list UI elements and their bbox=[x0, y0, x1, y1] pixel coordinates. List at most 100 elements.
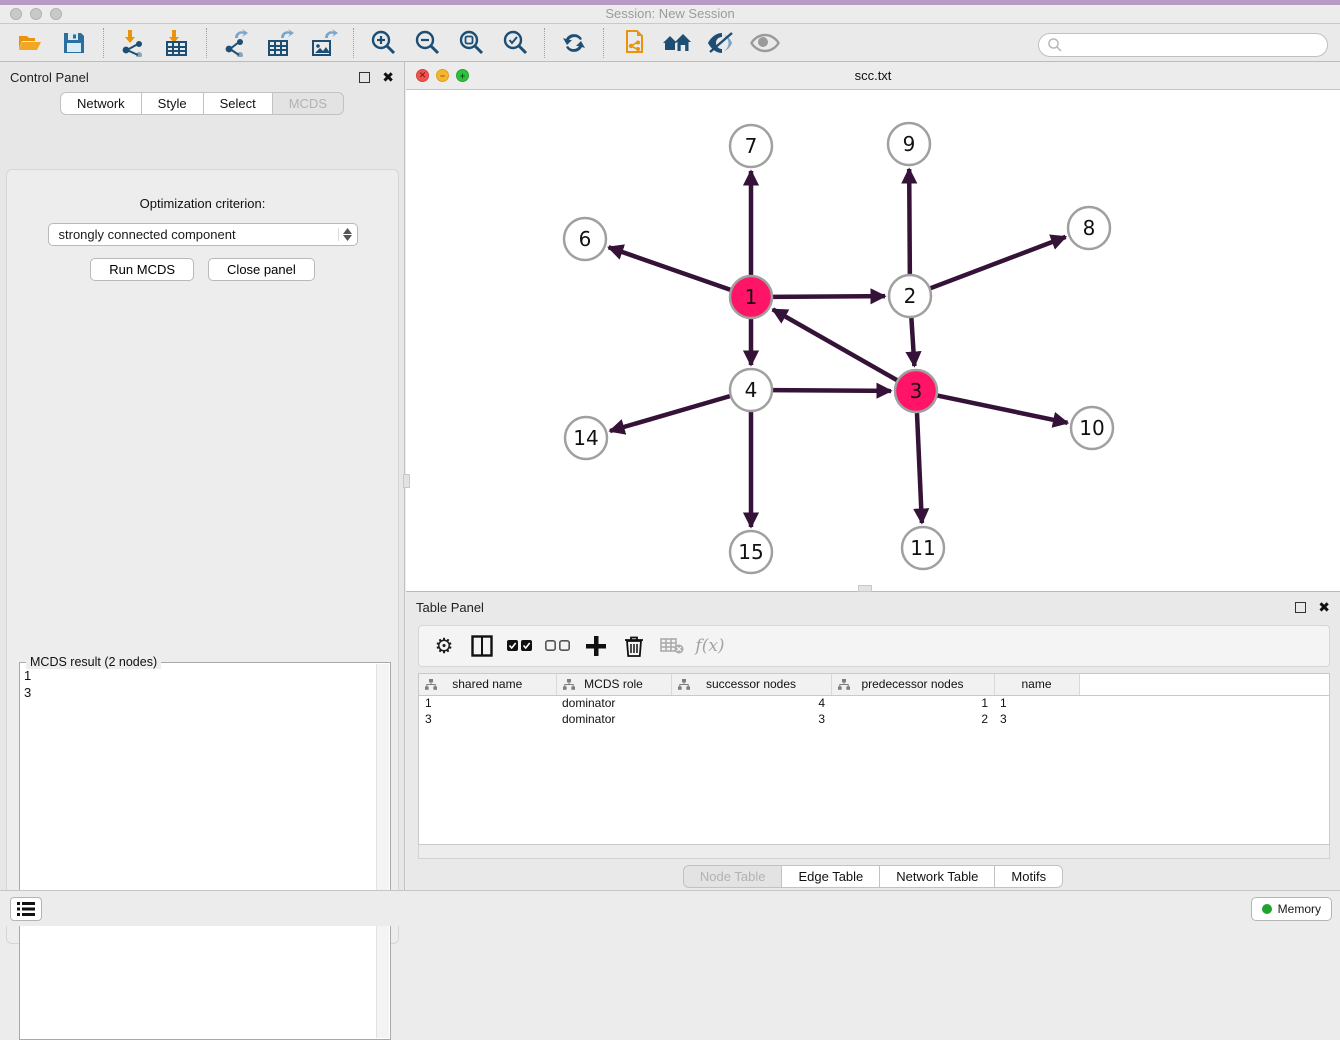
graph-node-2[interactable]: 2 bbox=[889, 275, 931, 317]
export-network-icon[interactable] bbox=[221, 28, 251, 58]
zoom-fit-icon[interactable] bbox=[456, 28, 486, 58]
delete-column-icon[interactable] bbox=[619, 632, 649, 660]
import-network-icon[interactable] bbox=[118, 28, 148, 58]
tab-network[interactable]: Network bbox=[60, 92, 141, 115]
tab-select[interactable]: Select bbox=[203, 92, 272, 115]
column-header-MCDS-role[interactable]: MCDS role bbox=[556, 674, 671, 695]
float-panel-icon[interactable] bbox=[359, 72, 370, 83]
close-table-panel-icon[interactable]: ✖ bbox=[1318, 600, 1330, 614]
criterion-dropdown[interactable]: strongly connected component bbox=[48, 223, 358, 246]
float-table-panel-icon[interactable] bbox=[1295, 602, 1306, 613]
tab-motifs[interactable]: Motifs bbox=[994, 865, 1063, 888]
network-view-titlebar[interactable]: scc.txt ✕ − + bbox=[406, 62, 1340, 90]
tab-edge-table[interactable]: Edge Table bbox=[781, 865, 879, 888]
search-input[interactable] bbox=[1038, 33, 1328, 57]
column-header-name[interactable]: name bbox=[994, 674, 1079, 695]
zoom-out-icon[interactable] bbox=[412, 28, 442, 58]
graph-edge-3-11[interactable] bbox=[917, 413, 922, 523]
graph-edge-3-10[interactable] bbox=[938, 396, 1068, 423]
close-panel-button[interactable]: Close panel bbox=[208, 258, 315, 281]
graph-node-10[interactable]: 10 bbox=[1071, 407, 1113, 449]
graph-node-15[interactable]: 15 bbox=[730, 531, 772, 573]
column-header-predecessor-nodes[interactable]: predecessor nodes bbox=[831, 674, 994, 695]
result-scrollbar[interactable] bbox=[376, 664, 389, 1038]
run-mcds-button[interactable]: Run MCDS bbox=[90, 258, 194, 281]
tab-node-table[interactable]: Node Table bbox=[683, 865, 782, 888]
svg-text:14: 14 bbox=[573, 426, 598, 450]
split-view-icon[interactable] bbox=[467, 632, 497, 660]
graph-node-7[interactable]: 7 bbox=[730, 125, 772, 167]
open-session-icon[interactable] bbox=[15, 28, 45, 58]
graph-edge-2-9[interactable] bbox=[909, 169, 910, 274]
column-header-shared-name[interactable]: shared name bbox=[419, 674, 556, 695]
graph-edge-3-1[interactable] bbox=[773, 309, 897, 380]
graph-node-4[interactable]: 4 bbox=[730, 369, 772, 411]
graph-node-3[interactable]: 3 bbox=[895, 370, 937, 412]
table-row[interactable]: 1dominator411 bbox=[419, 695, 1329, 711]
network-canvas[interactable]: 7 9 6 8 1 2 4 3 14 10 15 11 bbox=[406, 90, 1340, 591]
node-table[interactable]: shared nameMCDS rolesuccessor nodesprede… bbox=[418, 673, 1330, 845]
memory-button[interactable]: Memory bbox=[1251, 897, 1332, 921]
import-table-icon[interactable] bbox=[162, 28, 192, 58]
mcds-result-item[interactable]: 3 bbox=[24, 684, 376, 701]
column-type-icon bbox=[425, 679, 437, 690]
apply-layout-icon[interactable] bbox=[559, 28, 589, 58]
mcds-panel: Optimization criterion: strongly connect… bbox=[6, 169, 399, 944]
svg-text:9: 9 bbox=[903, 132, 916, 156]
dropdown-stepper-icon bbox=[338, 228, 353, 241]
export-table-icon[interactable] bbox=[265, 28, 295, 58]
splitter-handle-vertical[interactable] bbox=[403, 474, 410, 488]
hide-graphics-details-icon[interactable] bbox=[706, 28, 736, 58]
tab-network-table[interactable]: Network Table bbox=[879, 865, 994, 888]
titlebar: Session: New Session bbox=[0, 5, 1340, 24]
graph-edge-1-2[interactable] bbox=[773, 296, 885, 297]
show-graphics-details-icon[interactable] bbox=[750, 28, 780, 58]
graph-edge-1-6[interactable] bbox=[609, 247, 731, 289]
add-column-icon[interactable] bbox=[581, 632, 611, 660]
close-panel-icon[interactable]: ✖ bbox=[382, 70, 394, 84]
graph-edge-2-3[interactable] bbox=[911, 318, 914, 366]
table-toolbar: ⚙ f(x) bbox=[418, 625, 1330, 667]
network-graph[interactable]: 7 9 6 8 1 2 4 3 14 10 15 11 bbox=[406, 90, 1340, 591]
tab-mcds[interactable]: MCDS bbox=[272, 92, 344, 115]
graph-node-8[interactable]: 8 bbox=[1068, 207, 1110, 249]
toolbar-separator bbox=[603, 28, 604, 58]
graph-node-11[interactable]: 11 bbox=[902, 527, 944, 569]
control-panel-title: Control Panel bbox=[10, 70, 89, 85]
tab-style[interactable]: Style bbox=[141, 92, 203, 115]
delete-table-icon bbox=[657, 632, 687, 660]
hide-all-columns-icon[interactable] bbox=[543, 632, 573, 660]
zoom-selected-icon[interactable] bbox=[500, 28, 530, 58]
save-session-icon[interactable] bbox=[59, 28, 89, 58]
table-row[interactable]: 3dominator323 bbox=[419, 711, 1329, 727]
graph-edge-2-8[interactable] bbox=[931, 237, 1066, 288]
toolbar-separator bbox=[353, 28, 354, 58]
svg-text:6: 6 bbox=[579, 227, 592, 251]
table-hscrollbar[interactable] bbox=[418, 845, 1330, 859]
memory-label: Memory bbox=[1278, 902, 1321, 916]
table-panel-title: Table Panel bbox=[416, 600, 484, 615]
graph-edge-4-3[interactable] bbox=[773, 390, 891, 391]
mcds-result-list[interactable]: 13 bbox=[24, 667, 376, 1037]
graph-node-9[interactable]: 9 bbox=[888, 123, 930, 165]
graph-edge-4-14[interactable] bbox=[610, 396, 730, 431]
task-history-button[interactable] bbox=[10, 897, 42, 921]
export-image-icon[interactable] bbox=[309, 28, 339, 58]
splitter-handle-horizontal[interactable] bbox=[858, 585, 872, 592]
home-icon[interactable] bbox=[662, 28, 692, 58]
mcds-result-item[interactable]: 1 bbox=[24, 667, 376, 684]
column-settings-icon[interactable]: ⚙ bbox=[429, 632, 459, 660]
svg-text:10: 10 bbox=[1079, 416, 1104, 440]
clone-network-icon[interactable] bbox=[618, 28, 648, 58]
graph-node-6[interactable]: 6 bbox=[564, 218, 606, 260]
graph-node-14[interactable]: 14 bbox=[565, 417, 607, 459]
graph-node-1[interactable]: 1 bbox=[730, 276, 772, 318]
zoom-in-icon[interactable] bbox=[368, 28, 398, 58]
network-view-title: scc.txt bbox=[406, 68, 1340, 83]
show-all-columns-icon[interactable] bbox=[505, 632, 535, 660]
svg-text:4: 4 bbox=[745, 378, 758, 402]
svg-text:1: 1 bbox=[745, 285, 758, 309]
svg-text:8: 8 bbox=[1083, 216, 1096, 240]
column-header-successor-nodes[interactable]: successor nodes bbox=[671, 674, 831, 695]
network-view-window: scc.txt ✕ − + 7 9 6 8 1 2 4 3 14 10 15 11 bbox=[406, 62, 1340, 592]
